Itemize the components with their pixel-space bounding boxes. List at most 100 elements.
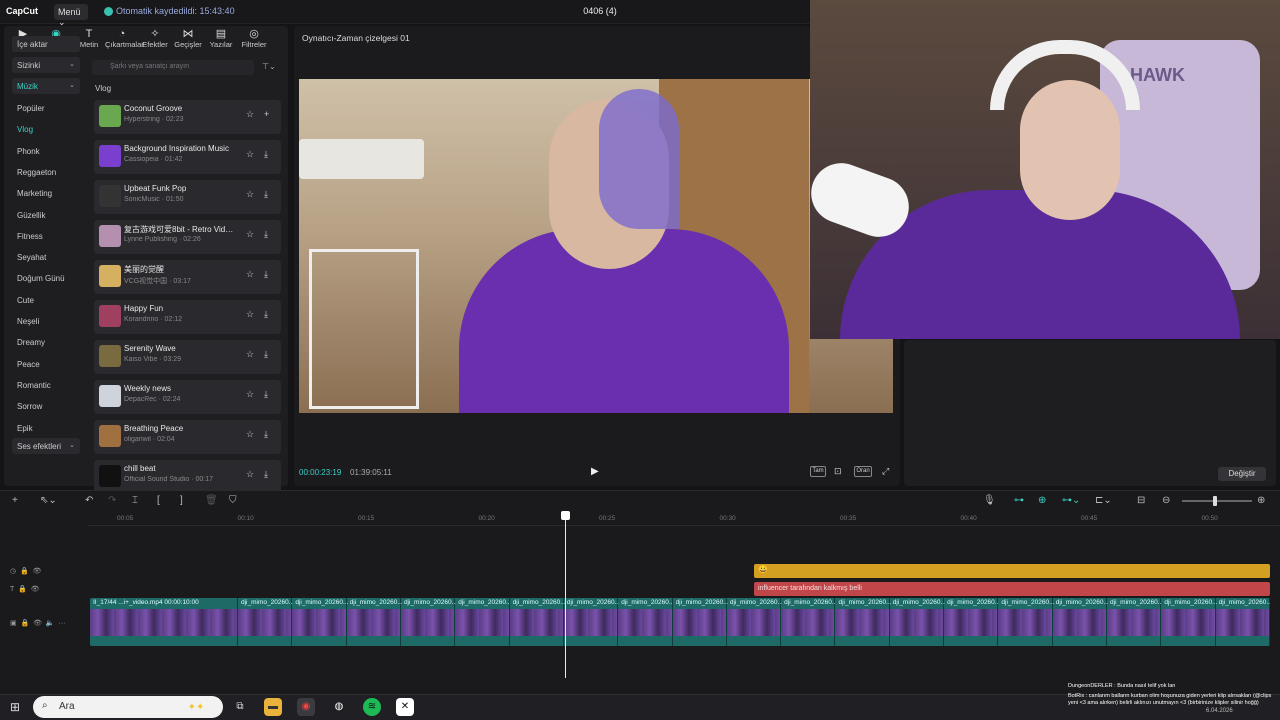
favorite-star-icon[interactable]: ☆ <box>246 389 254 400</box>
favorite-star-icon[interactable]: ☆ <box>246 349 254 360</box>
category-item[interactable]: Dreamy <box>12 334 80 350</box>
category-item[interactable]: Marketing <box>12 185 80 201</box>
windows-start-icon[interactable]: ⊞ <box>10 700 20 714</box>
download-icon[interactable]: ⤓ <box>264 269 268 280</box>
category-item[interactable]: Güzellik <box>12 207 80 223</box>
category-item[interactable]: Vlog <box>12 121 80 137</box>
video-clip[interactable]: dji_mimo_20260... <box>509 598 565 646</box>
ratio-button[interactable]: Oran <box>854 466 872 477</box>
video-clip[interactable]: dji_mimo_20260... <box>944 598 999 646</box>
download-icon[interactable]: ⤓ <box>264 189 268 200</box>
category-item[interactable]: Neşeli <box>12 313 80 329</box>
download-icon[interactable]: ⤓ <box>264 389 268 400</box>
music-track-item[interactable]: Happy Fun Korandrino · 02:12 ☆ ⤓ <box>94 300 281 334</box>
add-icon[interactable]: + <box>264 109 269 119</box>
favorite-star-icon[interactable]: ☆ <box>246 429 254 440</box>
microphone-icon[interactable]: 🎙 <box>983 495 996 506</box>
timeline-ruler[interactable] <box>88 512 1280 526</box>
category-item[interactable]: Cute <box>12 292 80 308</box>
filter-icon[interactable]: ⊤⌄ <box>262 62 276 71</box>
category-item[interactable]: Doğum Günü <box>12 270 80 286</box>
video-clip[interactable]: dji_mimo_20260... <box>1161 598 1217 646</box>
tab-sticker[interactable]: ◔ Çıkartmalar <box>105 28 144 52</box>
copilot-icon[interactable]: ✦✦ <box>176 699 216 717</box>
category-item[interactable]: Romantic <box>12 377 80 393</box>
zoom-in-icon[interactable]: ⊕ <box>1257 495 1265 506</box>
video-clip[interactable]: dji_mimo_20260... <box>1052 598 1108 646</box>
sticker-clip[interactable]: 😀 <box>754 564 1270 578</box>
video-clip[interactable]: dji_mimo_20260... <box>1107 598 1162 646</box>
track-controls-text[interactable]: T 🔒 👁 <box>10 585 40 593</box>
video-clip[interactable]: dji_mimo_20260... <box>672 598 728 646</box>
import-button[interactable]: İçe aktar <box>12 36 80 52</box>
zoom-slider-handle[interactable] <box>1213 496 1217 506</box>
track-controls-sticker[interactable]: ◷ 🔒 👁 <box>10 567 42 575</box>
task-view-icon[interactable]: ⧉ <box>231 698 249 716</box>
category-yours[interactable]: Sizinki ⌄ <box>12 57 80 73</box>
add-icon[interactable]: + <box>12 495 18 506</box>
delete-icon[interactable]: 🗑 <box>205 495 218 506</box>
category-item[interactable]: Seyahat <box>12 249 80 265</box>
video-clip[interactable]: dji_mimo_20260... <box>726 598 782 646</box>
video-clip[interactable]: dji_mimo_20260... <box>400 598 456 646</box>
download-icon[interactable]: ⤓ <box>264 469 268 480</box>
category-item[interactable]: Epik <box>12 420 80 436</box>
music-track-item[interactable]: Breathing Peace oliganwil · 02:04 ☆ ⤓ <box>94 420 281 454</box>
favorite-star-icon[interactable]: ☆ <box>246 469 254 480</box>
download-icon[interactable]: ⤓ <box>264 349 268 360</box>
music-track-item[interactable]: Upbeat Funk Pop SonicMusic · 01:50 ☆ ⤓ <box>94 180 281 214</box>
zoom-slider[interactable] <box>1182 500 1252 502</box>
favorite-star-icon[interactable]: ☆ <box>246 229 254 240</box>
video-clip[interactable]: dji_mimo_20260... <box>346 598 402 646</box>
video-clip[interactable]: dji_mimo_20260... <box>835 598 891 646</box>
video-clip[interactable]: dji_mimo_20260... <box>238 598 293 646</box>
menu-button[interactable]: Menü ⌄ <box>54 4 88 27</box>
download-icon[interactable]: ⤓ <box>264 149 268 160</box>
video-preview[interactable] <box>299 79 893 413</box>
category-music[interactable]: Müzik ⌄ <box>12 78 80 94</box>
download-icon[interactable]: ⤓ <box>264 229 268 240</box>
favorite-star-icon[interactable]: ☆ <box>246 269 254 280</box>
category-item[interactable]: Fitness <box>12 228 80 244</box>
split-icon[interactable]: ⌶ <box>132 495 138 506</box>
subtitle-icon[interactable]: ⊟ <box>1137 495 1145 506</box>
video-clip[interactable]: dji_mimo_20260... <box>455 598 510 646</box>
music-track-item[interactable]: 复古游戏可爱8bit - Retro Video ... Lynne Publis… <box>94 220 281 254</box>
snap-icon[interactable]: ⊶⌄ <box>1062 495 1080 506</box>
trim-right-icon[interactable]: ] <box>180 495 183 506</box>
file-explorer-icon[interactable]: ▬ <box>264 698 282 716</box>
tab-transitions[interactable]: ⋈ Geçişler <box>171 28 205 52</box>
fullscreen-icon[interactable]: ⤢ <box>882 466 889 477</box>
category-item[interactable]: Popüler <box>12 100 80 116</box>
video-clip[interactable]: dji_mimo_20260... <box>889 598 945 646</box>
download-icon[interactable]: ⤓ <box>264 309 268 320</box>
video-clip[interactable]: dji_mimo_20260... <box>781 598 836 646</box>
magnet-icon[interactable]: ⊕ <box>1038 495 1046 506</box>
video-clip[interactable]: dji_mimo_20260... <box>292 598 348 646</box>
playhead[interactable] <box>565 512 566 678</box>
spotify-icon[interactable]: ≋ <box>363 698 381 716</box>
tab-filters[interactable]: ◎ Filtreler <box>237 28 271 52</box>
favorite-star-icon[interactable]: ☆ <box>246 309 254 320</box>
obs-icon[interactable]: ◍ <box>330 698 348 716</box>
crop-icon[interactable]: ⊡ <box>834 466 842 477</box>
zoom-out-icon[interactable]: ⊖ <box>1162 495 1170 506</box>
video-clip[interactable]: dji_mimo_20260... <box>563 598 619 646</box>
category-item[interactable]: Peace <box>12 356 80 372</box>
video-clip[interactable]: dji_mimo_20260... <box>1215 598 1270 646</box>
category-sound-effects[interactable]: Ses efektleri ⌄ <box>12 438 80 454</box>
main-video-track[interactable]: II_17/44 ...i+_video.mp4 00:00:10:00 dji_… <box>90 598 1270 646</box>
music-track-item[interactable]: chill beat Official Sound Studio · 00:17 ☆… <box>94 460 281 494</box>
link-icon[interactable]: ⊶ <box>1014 495 1024 506</box>
playhead-handle[interactable] <box>561 511 570 520</box>
full-quality-button[interactable]: Tam <box>810 466 826 477</box>
undo-icon[interactable]: ↶ <box>85 495 93 506</box>
tab-captions[interactable]: ▤ Yazılar <box>204 28 238 52</box>
redo-icon[interactable]: ↷ <box>108 495 116 506</box>
favorite-star-icon[interactable]: ☆ <box>246 149 254 160</box>
favorite-star-icon[interactable]: ☆ <box>246 189 254 200</box>
chrome-icon[interactable]: ◉ <box>297 698 315 716</box>
favorite-star-icon[interactable]: ☆ <box>246 109 254 120</box>
track-controls-video[interactable]: ▣ 🔒 👁 🔈 ··· <box>10 619 65 627</box>
category-item[interactable]: Reggaeton <box>12 164 80 180</box>
